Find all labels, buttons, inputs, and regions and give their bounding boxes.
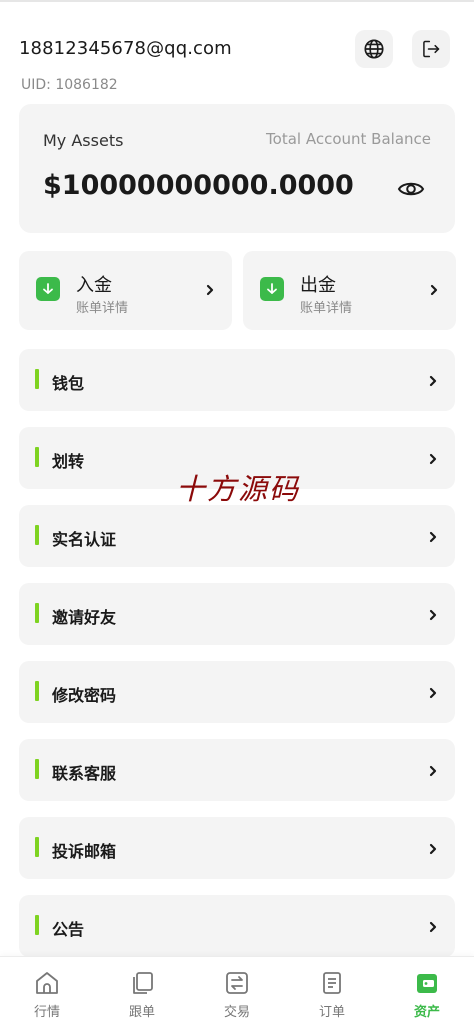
assets-card: My Assets Total Account Balance $1000000… <box>19 104 455 233</box>
exchange-icon <box>226 972 248 994</box>
wallet-icon <box>417 974 437 993</box>
chevron-right-icon <box>429 921 437 933</box>
menu-item-label: 修改密码 <box>52 686 117 705</box>
my-assets-label: My Assets <box>43 131 124 150</box>
balance-amount: $10000000000.0000 <box>43 170 354 201</box>
chevron-right-icon <box>206 284 214 296</box>
withdraw-subtitle: 账单详情 <box>300 301 353 316</box>
top-divider <box>0 0 474 2</box>
home-icon <box>36 972 58 994</box>
chevron-right-icon <box>429 609 437 621</box>
tab-label: 行情 <box>33 1005 60 1020</box>
menu-item-label: 邀请好友 <box>52 608 117 627</box>
globe-icon <box>364 39 384 59</box>
deposit-title: 入金 <box>76 275 112 296</box>
tab-assets[interactable]: 资产 <box>380 957 474 1024</box>
tab-label: 订单 <box>318 1005 345 1020</box>
menu-item-label: 实名认证 <box>52 530 117 549</box>
menu-item-label: 划转 <box>52 452 85 471</box>
menu-item-complaint-email[interactable]: 投诉邮箱 <box>19 817 455 879</box>
chevron-right-icon <box>429 531 437 543</box>
menu-accent-bar <box>35 681 39 701</box>
chevron-right-icon <box>429 375 437 387</box>
download-icon <box>36 277 60 301</box>
tab-market[interactable]: 行情 <box>0 957 94 1024</box>
eye-icon[interactable] <box>397 178 425 200</box>
menu-accent-bar <box>35 447 39 467</box>
download-icon <box>260 277 284 301</box>
account-email: 18812345678@qq.com <box>19 38 232 59</box>
tab-label: 资产 <box>413 1005 440 1020</box>
withdraw-card[interactable]: 出金 账单详情 <box>243 251 456 330</box>
withdraw-title: 出金 <box>300 275 336 296</box>
copy-icon <box>133 972 153 994</box>
menu-accent-bar <box>35 915 39 935</box>
deposit-card[interactable]: 入金 账单详情 <box>19 251 232 330</box>
tab-trade[interactable]: 交易 <box>190 957 284 1024</box>
total-balance-label: Total Account Balance <box>266 130 431 148</box>
menu-accent-bar <box>35 603 39 623</box>
deposit-subtitle: 账单详情 <box>76 301 129 316</box>
menu-item-label: 公告 <box>52 920 85 939</box>
menu-item-label: 联系客服 <box>52 764 117 783</box>
tab-copy-trade[interactable]: 跟单 <box>95 957 189 1024</box>
tab-label: 交易 <box>223 1005 250 1020</box>
menu-item-label: 投诉邮箱 <box>52 842 117 861</box>
language-button[interactable] <box>355 30 393 68</box>
watermark-text: 十方源码 <box>176 472 301 506</box>
chevron-right-icon <box>429 687 437 699</box>
menu-item-label: 钱包 <box>52 374 85 393</box>
menu-item-announcement[interactable]: 公告 <box>19 895 455 957</box>
menu-accent-bar <box>35 837 39 857</box>
chevron-right-icon <box>429 843 437 855</box>
chevron-right-icon <box>429 765 437 777</box>
menu-accent-bar <box>35 369 39 389</box>
menu-item-invite[interactable]: 邀请好友 <box>19 583 455 645</box>
chevron-right-icon <box>430 284 438 296</box>
account-uid: UID: 1086182 <box>21 77 118 93</box>
menu-accent-bar <box>35 525 39 545</box>
menu-accent-bar <box>35 759 39 779</box>
menu-item-wallet[interactable]: 钱包 <box>19 349 455 411</box>
menu-item-verification[interactable]: 实名认证 <box>19 505 455 567</box>
logout-icon <box>423 40 440 58</box>
tab-orders[interactable]: 订单 <box>285 957 379 1024</box>
chevron-right-icon <box>429 453 437 465</box>
menu-item-change-password[interactable]: 修改密码 <box>19 661 455 723</box>
account-header: 18812345678@qq.com UID: 1086182 <box>19 30 455 93</box>
logout-button[interactable] <box>412 30 450 68</box>
tab-label: 跟单 <box>128 1005 155 1020</box>
menu-item-support[interactable]: 联系客服 <box>19 739 455 801</box>
document-icon <box>323 972 341 994</box>
bottom-tab-bar: 行情 跟单 交易 订单 资产 <box>0 956 474 1024</box>
